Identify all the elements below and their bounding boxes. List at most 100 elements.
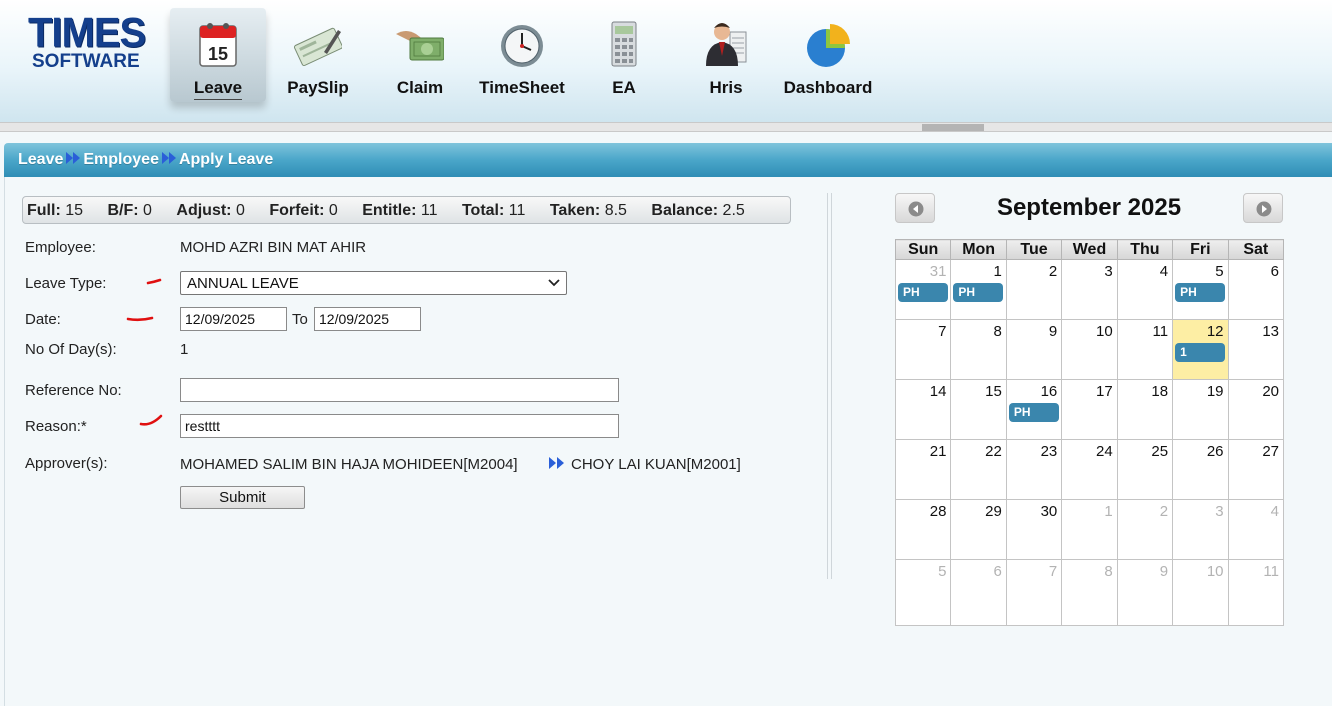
date-to-input[interactable] — [314, 307, 421, 331]
summary-forfeit: Forfeit: 0 — [269, 202, 338, 219]
next-month-button[interactable] — [1243, 193, 1283, 223]
calendar-day[interactable]: 19 — [1172, 379, 1229, 440]
nav-leave[interactable]: 15 Leave — [170, 8, 266, 102]
leave-type-label: Leave Type: — [25, 275, 107, 292]
calendar-day[interactable]: 21 — [894, 439, 952, 500]
calendar-day[interactable]: 18 — [1116, 379, 1174, 440]
calendar-day[interactable]: 6 — [950, 559, 1007, 626]
day-number: 22 — [985, 443, 1002, 460]
approver-1: MOHAMED SALIM BIN HAJA MOHIDEEN[M2004] — [180, 456, 518, 473]
nav-dashboard[interactable]: Dashboard — [780, 8, 876, 102]
prev-month-button[interactable] — [895, 193, 935, 223]
money-hand-icon — [396, 31, 444, 61]
calendar-day[interactable]: 23 — [1005, 439, 1063, 500]
calendar-day[interactable]: 9 — [1005, 319, 1063, 380]
public-holiday-event[interactable]: PH — [1008, 403, 1059, 422]
calendar-day[interactable]: 7 — [894, 319, 952, 380]
calendar-day[interactable]: 1 — [1061, 499, 1118, 560]
date-from-input[interactable] — [180, 307, 287, 331]
calendar-day[interactable]: 16 PH — [1005, 379, 1063, 440]
approver-2: CHOY LAI KUAN[M2001] — [571, 456, 741, 473]
day-number: 17 — [1096, 383, 1113, 400]
nav-timesheet[interactable]: TimeSheet — [474, 8, 570, 102]
summary-bf: B/F: 0 — [107, 202, 152, 219]
breadcrumb-employee[interactable]: Employee — [83, 151, 159, 168]
calendar-day[interactable]: 24 — [1061, 439, 1118, 500]
calendar-day[interactable]: 4 — [1116, 259, 1174, 320]
day-number: 30 — [1040, 503, 1058, 520]
calendar-day[interactable]: 13 — [1227, 319, 1285, 380]
calendar-day[interactable]: 10 — [1061, 319, 1118, 380]
calendar-day[interactable]: 5 — [894, 559, 952, 626]
calendar-day[interactable]: 28 — [894, 499, 952, 560]
public-holiday-event[interactable]: PH — [953, 283, 1004, 302]
logo-line1: TIMES — [28, 9, 146, 57]
day-number: 21 — [929, 443, 947, 460]
summary-total: Total: 11 — [461, 202, 526, 219]
nav-claim[interactable]: Claim — [372, 8, 468, 102]
calendar-day[interactable]: 25 — [1116, 439, 1174, 500]
calendar-day[interactable]: 2 — [1005, 259, 1063, 320]
day-number: 23 — [1040, 443, 1058, 460]
public-holiday-event[interactable]: PH — [1175, 283, 1226, 302]
nav-payslip[interactable]: PaySlip — [270, 8, 366, 102]
day-number: 10 — [1096, 323, 1113, 340]
calendar-day[interactable]: 3 — [1172, 499, 1229, 560]
weekday-label: Thu — [1116, 239, 1174, 260]
breadcrumb: Leave Employee Apply Leave — [4, 143, 1332, 177]
day-number: 1 — [1104, 503, 1113, 520]
day-number: 9 — [1048, 323, 1058, 340]
calendar-day[interactable]: 14 — [894, 379, 952, 440]
calendar-day[interactable]: 17 — [1061, 379, 1118, 440]
day-number: 11 — [1152, 323, 1169, 340]
calendar-day[interactable]: 6 — [1227, 259, 1285, 320]
calendar-day[interactable]: 30 — [1005, 499, 1063, 560]
calendar-day[interactable]: 10 — [1172, 559, 1229, 626]
public-holiday-event[interactable]: PH — [898, 283, 948, 302]
day-number: 6 — [1270, 263, 1279, 280]
calendar-day[interactable]: 7 — [1005, 559, 1063, 626]
day-number: 5 — [1215, 263, 1224, 280]
reference-label: Reference No: — [25, 382, 122, 399]
nav-hris-label: Hris — [709, 78, 743, 97]
column-divider — [827, 193, 832, 579]
calendar-day[interactable]: 15 — [950, 379, 1007, 440]
calculator-icon — [611, 21, 637, 67]
day-number: 8 — [993, 323, 1002, 340]
calendar-grid: Sun Mon Tue Wed Thu Fri Sat 31 PH 1 PH 2 3 4 5 P… — [894, 239, 1285, 626]
day-number: 19 — [1206, 383, 1224, 400]
calendar-day[interactable]: 22 — [950, 439, 1007, 500]
leave-type-select[interactable]: ANNUAL LEAVE — [180, 271, 567, 295]
calendar-day[interactable]: 26 — [1172, 439, 1229, 500]
clock-icon — [501, 25, 543, 67]
calendar-day[interactable]: 11 — [1116, 319, 1174, 380]
calendar-day[interactable]: 27 — [1227, 439, 1285, 500]
calendar-day[interactable]: 2 — [1116, 499, 1174, 560]
calendar-day[interactable]: 9 — [1116, 559, 1174, 626]
calendar-day[interactable]: 12 1 — [1172, 319, 1229, 380]
splitter-handle[interactable] — [922, 124, 984, 131]
submit-button[interactable]: Submit — [180, 486, 305, 509]
pie-chart-icon — [807, 24, 850, 67]
calendar-day[interactable]: 29 — [950, 499, 1007, 560]
calendar-day[interactable]: 1 PH — [950, 259, 1007, 320]
day-number: 6 — [993, 563, 1002, 580]
calendar-day[interactable]: 4 — [1227, 499, 1285, 560]
calendar-day[interactable]: 8 — [950, 319, 1007, 380]
calendar-day[interactable]: 5 PH — [1172, 259, 1229, 320]
calendar-day[interactable]: 31 PH — [894, 259, 952, 320]
reason-input[interactable] — [180, 414, 619, 438]
calendar-week: 28 29 30 1 2 3 4 — [894, 499, 1285, 560]
nav-hris[interactable]: Hris — [678, 8, 774, 102]
calendar-day[interactable]: 3 — [1061, 259, 1118, 320]
reference-input[interactable] — [180, 378, 619, 402]
nav-ea[interactable]: EA — [576, 8, 672, 102]
leave-event[interactable]: 1 — [1175, 343, 1226, 362]
day-number: 25 — [1151, 443, 1169, 460]
calendar-day[interactable]: 20 — [1227, 379, 1285, 440]
calendar-day[interactable]: 11 — [1227, 559, 1285, 626]
day-number: 5 — [938, 563, 947, 580]
calendar-day[interactable]: 8 — [1061, 559, 1118, 626]
breadcrumb-leave[interactable]: Leave — [18, 151, 63, 168]
day-number: 20 — [1262, 383, 1279, 400]
